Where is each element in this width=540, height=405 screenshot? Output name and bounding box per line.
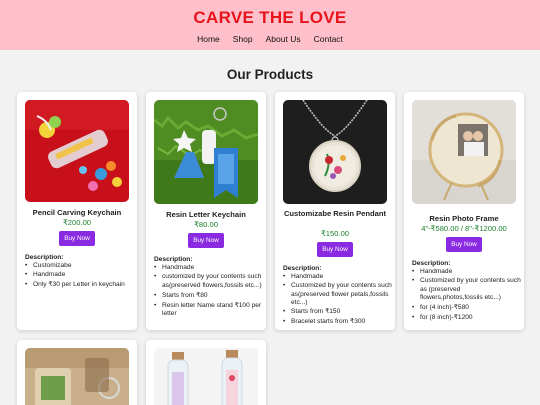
product-card-resin-letter-keychain: Resin Letter Keychain ₹80.00 Buy Now Des… — [146, 92, 266, 330]
description-list: Customizabe Handmade Only ₹30 per Letter… — [25, 262, 135, 289]
product-name: Resin Photo Frame — [429, 214, 499, 223]
product-price: ₹200.00 — [62, 218, 92, 227]
site-header: CARVE THE LOVE Home Shop About Us Contac… — [0, 0, 540, 50]
list-item: Customized by your contents such as(pres… — [283, 282, 393, 307]
nav-about-us[interactable]: About Us — [266, 34, 301, 44]
product-description: Description: Customizabe Handmade Only ₹… — [25, 254, 135, 290]
list-item: for (8 inch)-₹1200 — [412, 314, 522, 322]
product-card-resin-photo-frame: Resin Photo Frame 4"-₹580.00 / 8"-₹1200.… — [404, 92, 524, 330]
product-name: Resin Letter Keychain — [166, 210, 246, 219]
list-item: customized by your contents such as(pres… — [154, 273, 264, 289]
section-title: Our Products — [226, 67, 314, 82]
list-item: Starts from ₹150 — [283, 308, 393, 316]
product-description: Description: Handmade Customized by your… — [412, 260, 522, 323]
list-item: Customized by your contents such as (pre… — [412, 277, 522, 302]
pencil-keychain-image[interactable] — [25, 100, 129, 202]
list-item: Starts from ₹80 — [154, 292, 264, 300]
product-card-resin-pendant: Customizabe Resin Pendant ₹150.00 Buy No… — [275, 92, 395, 330]
nav-shop[interactable]: Shop — [233, 34, 253, 44]
list-item: Handmade — [154, 264, 264, 272]
main-nav: Home Shop About Us Contact — [0, 34, 540, 44]
list-item: for (4 inch)-₹580 — [412, 304, 522, 312]
product-card-5 — [17, 340, 137, 405]
product-price: ₹150.00 — [320, 229, 350, 238]
product-image[interactable] — [154, 348, 258, 405]
product-card-pencil-keychain: Pencil Carving Keychain ₹200.00 Buy Now … — [17, 92, 137, 330]
list-item: Handmade — [25, 271, 135, 279]
product-card-6 — [146, 340, 266, 405]
buy-now-button[interactable]: Buy Now — [317, 242, 353, 257]
buy-now-button[interactable]: Buy Now — [59, 231, 95, 246]
product-description: Description: Handmade customized by your… — [154, 256, 264, 319]
description-list: Handmade customized by your contents suc… — [154, 264, 264, 318]
product-price: ₹80.00 — [194, 220, 218, 229]
resin-letter-keychain-image[interactable] — [154, 100, 258, 204]
product-image[interactable] — [25, 348, 129, 405]
description-label: Description: — [412, 260, 451, 267]
list-item: Customizabe — [25, 262, 135, 270]
product-name: Customizabe Resin Pendant — [283, 209, 387, 218]
resin-pendant-image[interactable] — [283, 100, 387, 204]
buy-now-button[interactable]: Buy Now — [446, 237, 482, 252]
description-label: Description: — [283, 265, 322, 272]
list-item: Handmade — [283, 273, 393, 281]
resin-photo-frame-image[interactable] — [412, 100, 516, 204]
description-list: Handmade Customized by your contents suc… — [412, 268, 522, 322]
nav-contact[interactable]: Contact — [314, 34, 343, 44]
product-price: 4"-₹580.00 / 8"-₹1200.00 — [421, 224, 507, 233]
product-name: Pencil Carving Keychain — [32, 208, 122, 217]
list-item: Resin letter Name stand ₹100 per letter — [154, 302, 264, 318]
nav-home[interactable]: Home — [197, 34, 220, 44]
list-item: Bracelet starts from ₹300 — [283, 318, 393, 326]
buy-now-button[interactable]: Buy Now — [188, 233, 224, 248]
description-label: Description: — [25, 254, 64, 261]
list-item: Handmade — [412, 268, 522, 276]
description-label: Description: — [154, 256, 193, 263]
site-title[interactable]: CARVE THE LOVE — [0, 0, 540, 28]
description-list: Handmade Customized by your contents suc… — [283, 273, 393, 326]
list-item: Only ₹30 per Letter in keychain — [25, 281, 135, 289]
product-description: Description: Handmade Customized by your… — [283, 265, 393, 327]
